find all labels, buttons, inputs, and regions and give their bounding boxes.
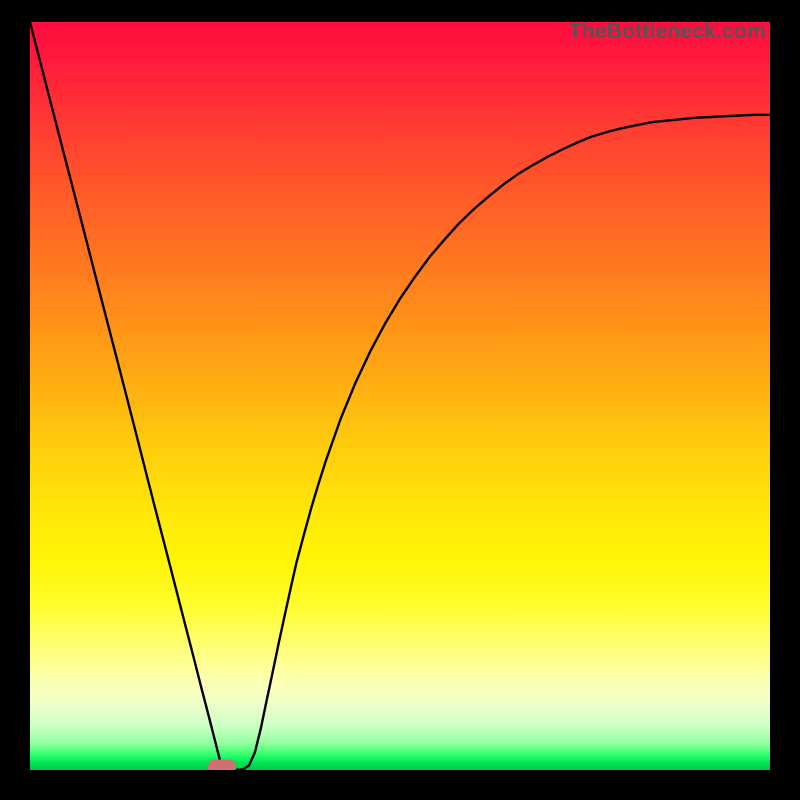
optimal-point-marker <box>208 760 236 771</box>
chart-frame: TheBottleneck.com <box>0 0 800 800</box>
bottleneck-curve <box>30 22 770 770</box>
plot-area: TheBottleneck.com <box>30 22 770 770</box>
